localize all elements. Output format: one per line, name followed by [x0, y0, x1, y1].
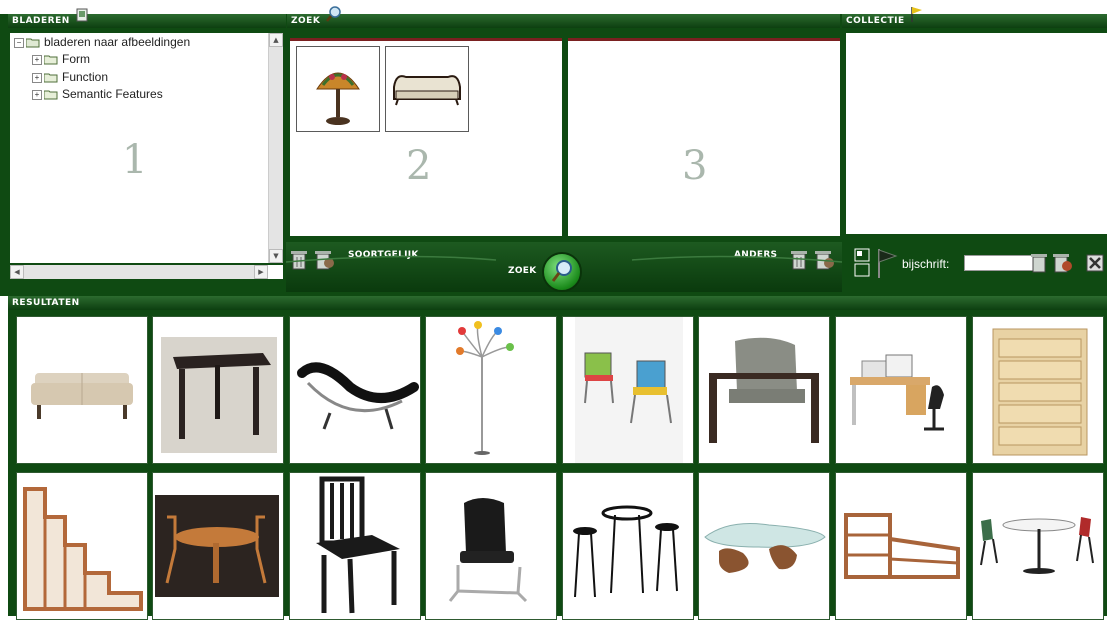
browse-icon: [76, 8, 88, 22]
negative-area[interactable]: 3: [568, 38, 840, 236]
result-corner-shelf[interactable]: [835, 472, 967, 620]
search-header: ZOEK: [287, 6, 840, 28]
tree-item-form[interactable]: + Form: [32, 51, 90, 67]
result-dining-set[interactable]: [152, 472, 284, 620]
dining-set-image: [155, 495, 279, 597]
armchair-image: [709, 337, 819, 443]
collection-header: COLLECTIE: [842, 7, 1107, 28]
tree-vertical-scrollbar[interactable]: ▲ ▼: [268, 33, 283, 263]
bar-set-image: [573, 505, 679, 598]
result-step-shelf[interactable]: [16, 472, 148, 620]
collapse-icon[interactable]: −: [14, 37, 24, 48]
collection-area[interactable]: [846, 33, 1107, 234]
result-armchair[interactable]: [698, 316, 830, 464]
result-wooden-chair[interactable]: [289, 472, 421, 620]
tree-horizontal-scrollbar[interactable]: ◀ ▶: [10, 265, 268, 279]
result-dresser[interactable]: [972, 316, 1104, 464]
expand-icon[interactable]: +: [32, 54, 42, 65]
dresser-image: [992, 328, 1088, 456]
browse-title: BLADEREN: [12, 16, 70, 26]
browse-header: BLADEREN: [8, 8, 286, 28]
result-chaise-longue[interactable]: [289, 316, 421, 464]
folder-icon: [44, 55, 58, 65]
step-shelf-image: [23, 487, 143, 611]
corner-shelf-image: [840, 507, 962, 585]
result-sofa[interactable]: [16, 316, 148, 464]
result-office-chair[interactable]: [425, 472, 557, 620]
wooden-chair-image: [316, 476, 400, 614]
flag-icon: [911, 7, 923, 22]
result-bar-set[interactable]: [562, 472, 694, 620]
tree-item-label: Form: [62, 52, 90, 66]
query-area[interactable]: 2: [290, 38, 562, 236]
chairs-image: [575, 317, 683, 463]
search-controls-bar: SOORTGELIJK ANDERS ZOEK: [286, 242, 842, 292]
glass-table-image: [704, 523, 826, 573]
scrollbar-corner: [268, 265, 283, 279]
close-icon[interactable]: [1086, 254, 1104, 272]
caption-label: bijschrift:: [902, 257, 950, 271]
result-glass-table[interactable]: [698, 472, 830, 620]
folder-icon: [44, 73, 58, 83]
results-header: RESULTATEN: [8, 296, 1107, 310]
result-table[interactable]: [152, 316, 284, 464]
folder-open-icon: [26, 38, 40, 48]
floor-lamp-image: [456, 321, 514, 455]
category-tree: − bladeren naar afbeeldingen + Form + Funct…: [10, 33, 268, 263]
delete-collection-icon[interactable]: [1030, 251, 1052, 275]
result-floor-lamp[interactable]: [425, 316, 557, 464]
layout-icon[interactable]: [854, 248, 870, 278]
collection-controls: bijschrift:: [846, 240, 1107, 292]
result-patio-set[interactable]: [972, 472, 1104, 620]
search-title: ZOEK: [291, 16, 321, 26]
result-computer-desk[interactable]: [835, 316, 967, 464]
caption-input[interactable]: [964, 255, 1034, 271]
trash-collection-icon[interactable]: [1052, 251, 1074, 275]
sofa-image: [393, 75, 461, 106]
tree-root-label: bladeren naar afbeeldingen: [44, 35, 191, 49]
scroll-down-button[interactable]: ▼: [269, 249, 283, 263]
search-button-label: ZOEK: [508, 266, 537, 276]
tree-item-label: Semantic Features: [62, 87, 163, 101]
chaise-longue-image: [297, 362, 419, 430]
panel-number-2: 2: [406, 143, 432, 189]
scroll-left-button[interactable]: ◀: [10, 265, 24, 279]
tree-root[interactable]: − bladeren naar afbeeldingen: [14, 34, 190, 50]
search-button[interactable]: [542, 252, 582, 292]
collection-title: COLLECTIE: [846, 16, 905, 26]
lamp-image: [316, 72, 360, 125]
scroll-right-button[interactable]: ▶: [254, 265, 268, 279]
query-image-sofa[interactable]: [385, 46, 469, 132]
patio-set-image: [980, 517, 1094, 574]
tree-item-semantic-features[interactable]: + Semantic Features: [32, 86, 163, 102]
sofa-image: [31, 373, 133, 419]
panel-number-1: 1: [122, 137, 148, 183]
search-magnifier-icon: [551, 260, 572, 282]
scroll-up-button[interactable]: ▲: [269, 33, 283, 47]
office-chair-image: [448, 498, 528, 603]
collection-flag-icon[interactable]: [876, 248, 898, 278]
panel-number-3: 3: [682, 143, 708, 189]
query-image-lamp[interactable]: [296, 46, 380, 132]
expand-icon[interactable]: +: [32, 72, 42, 83]
tree-item-label: Function: [62, 70, 109, 84]
computer-desk-image: [850, 354, 944, 431]
magnifier-icon: [325, 6, 341, 22]
tree-item-function[interactable]: + Function: [32, 69, 108, 85]
results-title: RESULTATEN: [12, 298, 80, 308]
folder-icon: [44, 90, 58, 100]
table-image: [161, 337, 277, 453]
expand-icon[interactable]: +: [32, 89, 42, 100]
result-chairs[interactable]: [562, 316, 694, 464]
